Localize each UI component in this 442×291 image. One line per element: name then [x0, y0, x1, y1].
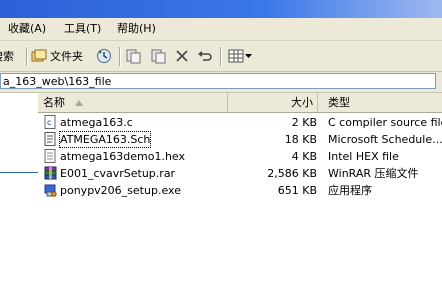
undo-button[interactable]: [197, 47, 213, 65]
schedule-file-icon: [44, 132, 56, 146]
file-row[interactable]: atmega163demo1.hex 4 KB Intel HEX file: [38, 148, 442, 165]
toolbar-separator: [220, 47, 222, 66]
winrar-archive-icon: [44, 166, 57, 180]
column-type-label: 类型: [328, 96, 350, 109]
c-file-icon: c: [44, 115, 56, 129]
file-row[interactable]: ponypv206_setup.exe 651 KB 应用程序: [38, 182, 442, 199]
tree-connector-line: [0, 172, 38, 173]
chevron-down-icon: [245, 53, 252, 58]
toolbar-separator: [26, 47, 28, 66]
file-name: ATMEGA163.Sch: [58, 131, 152, 148]
move-to-button[interactable]: [125, 47, 141, 65]
file-size: 4 KB: [291, 150, 317, 163]
folders-button[interactable]: 文件夹: [31, 47, 83, 65]
toolbar-separator: [119, 47, 121, 66]
delete-icon: [176, 50, 188, 62]
file-size: 18 KB: [284, 133, 317, 146]
file-type: Intel HEX file: [328, 150, 399, 163]
address-input[interactable]: a_163_web\163_file: [0, 73, 436, 89]
column-header-type[interactable]: 类型: [318, 93, 442, 112]
file-row[interactable]: E001_cvavrSetup.rar 2,586 KB WinRAR 压缩文件: [38, 165, 442, 182]
move-to-icon: [126, 49, 141, 64]
menu-tools[interactable]: 工具(T): [64, 22, 101, 36]
column-header-bar: 名称 大小 类型: [38, 93, 442, 113]
views-button[interactable]: [228, 47, 252, 65]
undo-icon: [198, 51, 212, 61]
copy-to-icon: [151, 49, 166, 64]
folders-label: 文件夹: [50, 50, 83, 63]
file-type: 应用程序: [328, 184, 372, 197]
copy-to-button[interactable]: [150, 47, 166, 65]
file-row[interactable]: ATMEGA163.Sch 18 KB Microsoft Schedule..…: [38, 131, 442, 148]
file-name: atmega163.c: [60, 116, 133, 129]
file-name: atmega163demo1.hex: [60, 150, 186, 163]
sort-ascending-icon: [74, 100, 83, 106]
search-label: 搜索: [0, 50, 14, 63]
menu-bar: 收藏(A) 工具(T) 帮助(H): [0, 18, 442, 41]
folders-icon: [31, 49, 47, 62]
file-name: ponypv206_setup.exe: [60, 184, 181, 197]
file-size: 651 KB: [277, 184, 317, 197]
column-name-label: 名称: [43, 96, 65, 109]
history-icon: [97, 49, 111, 63]
history-button[interactable]: [96, 47, 112, 65]
menu-help[interactable]: 帮助(H): [117, 22, 156, 36]
delete-button[interactable]: [175, 47, 189, 65]
search-button[interactable]: 搜索: [0, 47, 14, 65]
file-type: WinRAR 压缩文件: [328, 167, 419, 180]
file-row[interactable]: c atmega163.c 2 KB C compiler source fil…: [38, 114, 442, 131]
svg-text:c: c: [47, 118, 51, 127]
file-name: E001_cvavrSetup.rar: [60, 167, 176, 180]
menu-favorites[interactable]: 收藏(A): [8, 22, 46, 36]
toolbar: 搜索 文件夹: [0, 41, 442, 72]
column-size-label: 大小: [291, 96, 313, 109]
file-type: Microsoft Schedule...: [328, 133, 442, 146]
folder-tree-pane: [0, 93, 38, 291]
column-header-name[interactable]: 名称: [38, 93, 228, 112]
file-type: C compiler source file: [328, 116, 442, 129]
file-size: 2,586 KB: [267, 167, 317, 180]
window-title-bar: [0, 0, 442, 18]
hex-file-icon: [44, 149, 56, 163]
file-size: 2 KB: [291, 116, 317, 129]
views-icon: [228, 49, 244, 63]
column-header-size[interactable]: 大小: [228, 93, 318, 112]
setup-exe-icon: [44, 184, 57, 197]
address-bar: a_163_web\163_file: [0, 72, 442, 93]
